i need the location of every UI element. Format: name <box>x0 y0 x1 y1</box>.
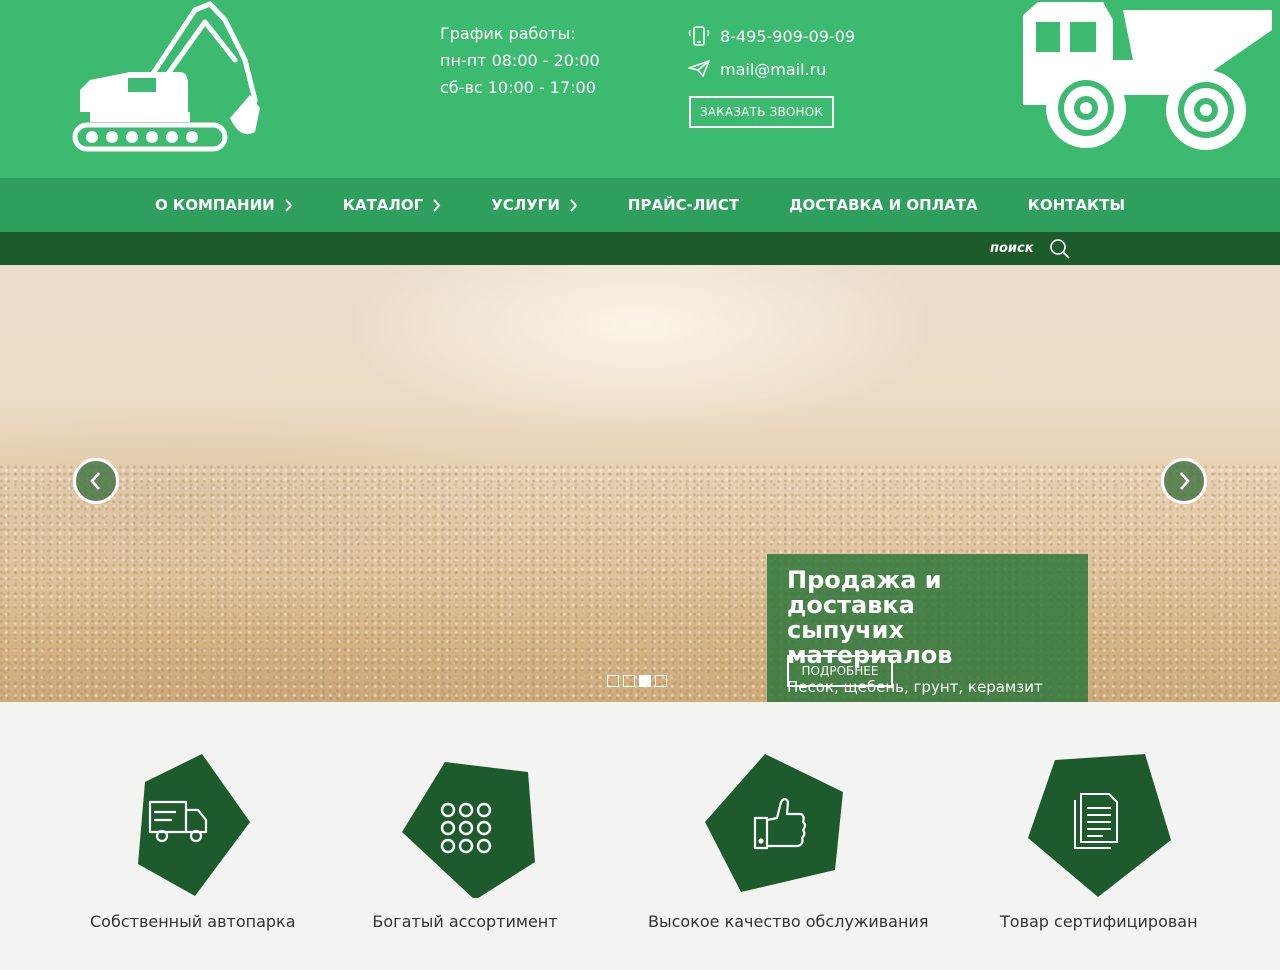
email-row[interactable]: mail@mail.ru <box>688 55 855 83</box>
search-bar: поиск <box>0 232 1280 265</box>
feature-label: Высокое качество обслуживания <box>648 912 929 931</box>
nav-item-price-list[interactable]: ПРАЙС-ЛИСТ <box>628 196 739 214</box>
sand-texture <box>0 465 1280 702</box>
paper-plane-icon <box>688 60 710 77</box>
feature-label: Товар сертифицирован <box>1000 912 1198 931</box>
nav-item-delivery-payment[interactable]: ДОСТАВКА И ОПЛАТА <box>789 196 977 214</box>
nav-label: О КОМПАНИИ <box>154 196 275 214</box>
slider-dot[interactable] <box>607 675 619 687</box>
feature-certified: Товар сертифицирован <box>1000 752 1198 931</box>
feature-label: Богатый ассортимент <box>372 912 558 931</box>
slider-next-button[interactable] <box>1161 458 1207 504</box>
excavator-logo-icon[interactable] <box>70 0 265 152</box>
slider-dot[interactable] <box>623 675 635 687</box>
nav-label: ДОСТАВКА И ОПЛАТА <box>789 196 978 214</box>
header: График работы: пн-пт 08:00 - 20:00 сб-вс… <box>0 0 1280 178</box>
email-address[interactable]: mail@mail.ru <box>720 60 826 79</box>
chevron-right-icon <box>1180 472 1190 490</box>
phone-number[interactable]: 8-495-909-09-09 <box>720 27 855 46</box>
nav-item-catalog[interactable]: КАТАЛОГ <box>343 196 441 214</box>
nav-label: УСЛУГИ <box>491 196 560 214</box>
contacts: 8-495-909-09-09 mail@mail.ru <box>688 22 855 88</box>
chevron-right-icon <box>433 198 441 212</box>
more-button[interactable]: ПОДРОБНЕЕ <box>787 655 893 687</box>
main-nav: О КОМПАНИИ КАТАЛОГ УСЛУГИ ПРАЙС-ЛИСТ ДОС… <box>0 178 1280 232</box>
chevron-left-icon <box>90 472 100 490</box>
search-icon[interactable] <box>1049 238 1071 260</box>
pentagon-badge <box>705 754 843 892</box>
slider-dot[interactable] <box>655 675 667 687</box>
slide-caption: Продажа и доставка сыпучих материалов Пе… <box>767 554 1088 702</box>
schedule-title: График работы: <box>440 24 576 43</box>
schedule-weekdays: пн-пт 08:00 - 20:00 <box>440 51 600 70</box>
chevron-right-icon <box>284 198 293 212</box>
slide-title-line-1: Продажа и доставка <box>787 566 942 619</box>
nav-label: КОНТАКТЫ <box>1027 196 1126 214</box>
feature-label: Собственный автопарка <box>90 912 296 931</box>
pentagon-badge <box>402 762 535 898</box>
features-section: Собственный автопарка Богатый ассортимен… <box>0 702 1280 970</box>
nav-label: КАТАЛОГ <box>342 196 424 214</box>
nav-label: ПРАЙС-ЛИСТ <box>627 196 740 214</box>
phone-row[interactable]: 8-495-909-09-09 <box>688 22 855 50</box>
phone-icon <box>688 26 710 46</box>
slider-dot-active[interactable] <box>639 675 651 687</box>
dump-truck-icon <box>1023 2 1272 150</box>
feature-fleet: Собственный автопарка <box>90 752 296 931</box>
pentagon-badge <box>138 754 250 896</box>
search-label[interactable]: поиск <box>990 241 1034 256</box>
feature-assortment: Богатый ассортимент <box>370 752 560 931</box>
slider-dots <box>607 675 671 687</box>
nav-item-contacts[interactable]: КОНТАКТЫ <box>1028 196 1125 214</box>
nav-item-services[interactable]: УСЛУГИ <box>491 196 578 214</box>
work-schedule: График работы: пн-пт 08:00 - 20:00 сб-вс… <box>440 20 600 101</box>
slider-prev-button[interactable] <box>73 458 119 504</box>
slide-title: Продажа и доставка сыпучих материалов <box>787 568 1068 668</box>
hero-slider: Продажа и доставка сыпучих материалов Пе… <box>0 265 1280 702</box>
callback-button[interactable]: ЗАКАЗАТЬ ЗВОНОК <box>689 96 834 128</box>
pentagon-badge <box>1028 754 1171 897</box>
schedule-weekend: сб-вс 10:00 - 17:00 <box>440 78 596 97</box>
nav-item-about[interactable]: О КОМПАНИИ <box>155 196 293 214</box>
chevron-right-icon <box>570 198 578 212</box>
feature-service-quality: Высокое качество обслуживания <box>648 752 929 931</box>
